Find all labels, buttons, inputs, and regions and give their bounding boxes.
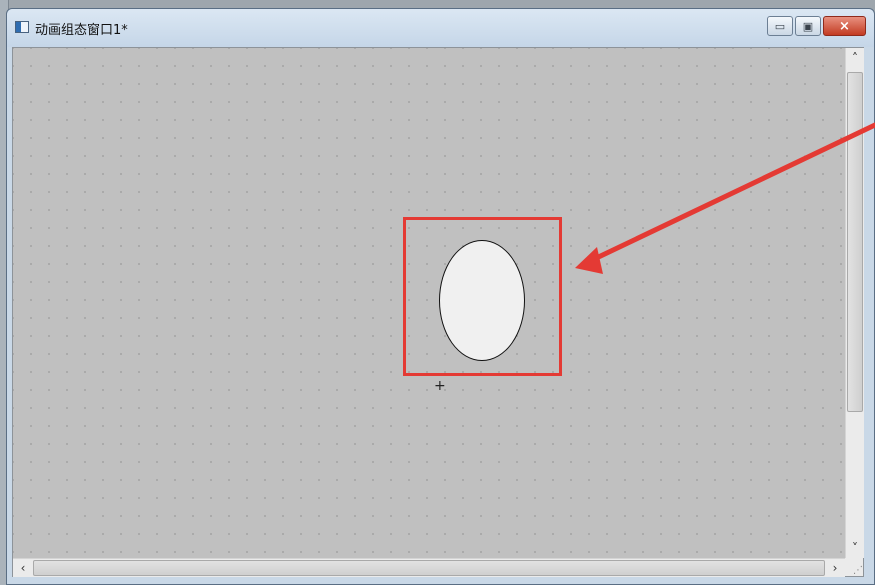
horizontal-scroll-thumb[interactable]: [33, 560, 825, 576]
minimize-icon: ▭: [774, 19, 786, 33]
maximize-icon: ▣: [802, 19, 814, 33]
scroll-left-icon[interactable]: ‹: [15, 560, 31, 576]
scroll-down-icon[interactable]: ˅: [847, 540, 863, 556]
window-title: 动画组态窗口1*: [35, 23, 128, 38]
window-icon: [15, 21, 29, 33]
close-icon: ×: [839, 18, 850, 34]
crosshair-cursor: +: [434, 378, 446, 394]
minimize-button[interactable]: ▭: [767, 16, 793, 36]
vertical-scrollbar[interactable]: ˄ ˅: [845, 48, 864, 558]
close-button[interactable]: ×: [823, 16, 866, 36]
maximize-button[interactable]: ▣: [795, 16, 821, 36]
scroll-right-icon[interactable]: ›: [827, 560, 843, 576]
size-grip[interactable]: ⋰: [845, 558, 863, 576]
horizontal-scrollbar[interactable]: ‹ ›: [13, 558, 845, 577]
vertical-scroll-thumb[interactable]: [847, 72, 863, 412]
scroll-up-icon[interactable]: ˄: [847, 50, 863, 66]
title-bar[interactable]: 动画组态窗口1* ▭ ▣ ×: [7, 9, 874, 47]
annotation-box: [403, 217, 562, 376]
